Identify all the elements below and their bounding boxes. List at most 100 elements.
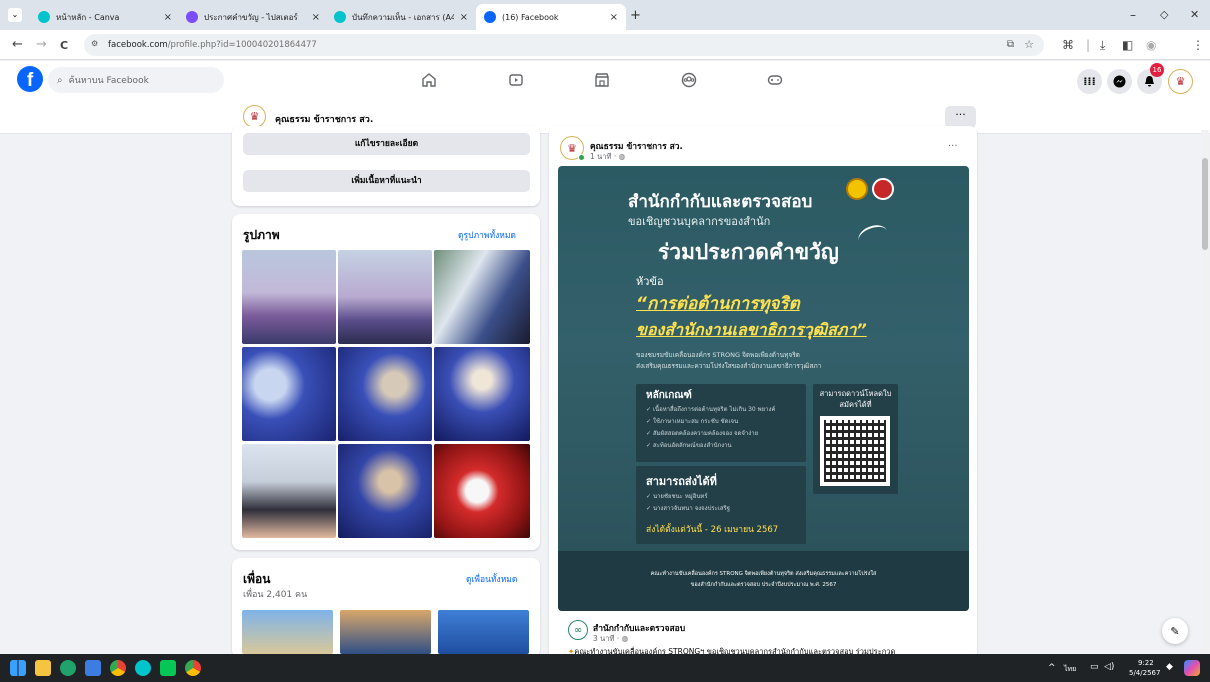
menu-grid-button[interactable]: ⁞⁞⁞: [1077, 69, 1102, 94]
chrome-icon[interactable]: [110, 660, 126, 676]
account-avatar[interactable]: ♛: [1168, 69, 1193, 94]
search-placeholder: ค้นหาบน Facebook: [68, 76, 149, 86]
messenger-button[interactable]: [1107, 69, 1132, 94]
send-item: ✓ นายชัยชนะ หมู่อินทร์: [646, 493, 708, 500]
online-dot: [578, 154, 585, 161]
profile-name[interactable]: คุณธรรม ข้าราชการ สว.: [275, 112, 373, 126]
photo-thumbnail[interactable]: [434, 250, 530, 344]
sidepanel-icon[interactable]: ◧: [1122, 38, 1133, 52]
clock-date[interactable]: 5/4/2567: [1129, 669, 1160, 677]
tab-close-icon[interactable]: ×: [164, 12, 172, 23]
see-all-friends-link[interactable]: ดูเพื่อนทั้งหมด: [466, 572, 517, 586]
notification-center-icon[interactable]: ◆: [1166, 662, 1173, 672]
post-timestamp[interactable]: 1 นาที · ◍: [590, 151, 625, 163]
volume-icon[interactable]: ◁): [1104, 662, 1114, 672]
photo-thumbnail[interactable]: [338, 347, 432, 441]
video-icon[interactable]: [508, 72, 524, 88]
see-all-photos-link[interactable]: ดูรูปภาพทั้งหมด: [458, 228, 516, 242]
forward-button[interactable]: →: [36, 37, 47, 52]
tab-canva-home[interactable]: หน้าหลัก - Canva ×: [30, 4, 180, 30]
bookmark-star-icon[interactable]: ☆: [1024, 38, 1034, 51]
photo-thumbnail[interactable]: [242, 250, 336, 344]
photo-thumbnail[interactable]: [242, 444, 336, 538]
poster-logo-icon: [846, 178, 868, 200]
tab-title: หน้าหลัก - Canva: [56, 12, 120, 22]
friend-photo[interactable]: [438, 610, 529, 654]
copilot-icon[interactable]: [1184, 660, 1200, 676]
edit-details-button[interactable]: แก้ไขรายละเอียด: [243, 133, 530, 155]
send-list: ✓ นายชัยชนะ หมู่อินทร์ ✓ นางสาวจันทนา จง…: [646, 491, 730, 515]
windows-start-icon[interactable]: [10, 660, 26, 676]
tab-facebook[interactable]: (16) Facebook ×: [476, 4, 626, 30]
tab-search-button[interactable]: ⌄: [8, 8, 22, 22]
shared-page-avatar[interactable]: ∞: [568, 620, 588, 640]
profile-icon[interactable]: ◉: [1146, 38, 1156, 52]
line-icon[interactable]: [160, 660, 176, 676]
post-more-button[interactable]: ···: [948, 141, 958, 152]
seal-icon: ♛: [249, 110, 260, 123]
profile-mini-avatar[interactable]: ♛: [243, 105, 266, 128]
photo-thumbnail[interactable]: [434, 444, 530, 538]
restore-button[interactable]: ◇: [1160, 8, 1168, 21]
facebook-logo[interactable]: f: [17, 66, 43, 92]
canva-taskbar-icon[interactable]: [135, 660, 151, 676]
site-info-icon[interactable]: ⚙: [91, 39, 98, 48]
store-icon[interactable]: [85, 660, 101, 676]
poster-invite: ขอเชิญชวนบุคลากรของสำนัก: [628, 215, 771, 228]
back-button[interactable]: ←: [12, 37, 23, 52]
poster-desc1: ของชมรมขับเคลื่อนองค์กร STRONG จิตพอเพีย…: [636, 351, 800, 359]
browser-tab-strip: ⌄ หน้าหลัก - Canva × ประกาศคำขวัญ - ไปสเ…: [0, 0, 1210, 30]
reload-button[interactable]: C: [60, 39, 68, 52]
poster-header: สำนักกำกับและตรวจสอบ: [628, 192, 813, 212]
new-message-button[interactable]: ✎: [1162, 618, 1188, 644]
add-featured-button[interactable]: เพิ่มเนื้อหาที่แนะนำ: [243, 170, 530, 192]
menu-kebab-icon[interactable]: ⋮: [1192, 38, 1204, 52]
page-scrollbar[interactable]: [1201, 130, 1209, 654]
photo-thumbnail[interactable]: [242, 347, 336, 441]
groups-icon[interactable]: [681, 72, 697, 88]
photo-thumbnail[interactable]: [338, 250, 432, 344]
friend-photo[interactable]: [242, 610, 333, 654]
post-poster-image[interactable]: สำนักกำกับและตรวจสอบ ขอเชิญชวนบุคลากรของ…: [558, 166, 969, 611]
criteria-list: ✓ เนื้อหาสื่อถึงการต่อต้านทุจริต ไม่เกิน…: [646, 404, 775, 452]
minimize-button[interactable]: –: [1130, 8, 1136, 22]
url-bar[interactable]: ⚙ facebook.com/profile.php?id=1000402018…: [84, 34, 1044, 56]
scrollbar-thumb[interactable]: [1202, 158, 1208, 250]
chrome-icon[interactable]: [185, 660, 201, 676]
network-icon[interactable]: ▭: [1090, 662, 1099, 672]
install-app-icon[interactable]: ⧉: [1007, 39, 1014, 50]
seal-icon: ♛: [567, 141, 577, 155]
profile-more-button[interactable]: ···: [945, 106, 976, 128]
clock-time[interactable]: 9:22: [1138, 659, 1154, 667]
photo-thumbnail[interactable]: [338, 444, 432, 538]
grid-icon: ⁞⁞⁞: [1083, 75, 1096, 88]
edge-icon[interactable]: [60, 660, 76, 676]
facebook-search-input[interactable]: ⌕ ค้นหาบน Facebook: [48, 67, 224, 93]
photo-thumbnail[interactable]: [434, 347, 530, 441]
shared-timestamp[interactable]: 3 นาที · ◍: [593, 633, 628, 645]
input-language[interactable]: ไทย: [1064, 664, 1076, 675]
download-icon[interactable]: ⤓: [1100, 38, 1105, 53]
friend-photo[interactable]: [340, 610, 431, 654]
address-toolbar: ← → C ⚙ facebook.com/profile.php?id=1000…: [0, 30, 1210, 60]
tab-close-icon[interactable]: ×: [610, 12, 618, 23]
extensions-icon[interactable]: ⌘: [1062, 38, 1074, 52]
tab-close-icon[interactable]: ×: [312, 12, 320, 23]
home-icon[interactable]: [421, 72, 437, 88]
qr-code[interactable]: [820, 416, 890, 486]
gaming-icon[interactable]: [767, 72, 783, 88]
divider-icon: |: [1086, 38, 1091, 52]
close-window-button[interactable]: ✕: [1190, 8, 1199, 21]
new-tab-button[interactable]: +: [630, 8, 641, 23]
send-item: ✓ นางสาวจันทนา จงจงประเสริฐ: [646, 505, 731, 512]
tab-document[interactable]: บันทึกความเห็น - เอกสาร (A4) ×: [326, 4, 476, 30]
tray-chevron-icon[interactable]: ^: [1048, 663, 1056, 673]
facebook-icon: [484, 11, 496, 23]
poster-deadline: ส่งได้ตั้งแต่วันนี้ - 26 เมษายน 2567: [646, 525, 779, 535]
file-explorer-icon[interactable]: [35, 660, 51, 676]
infinity-icon: ∞: [573, 624, 583, 636]
tab-poster[interactable]: ประกาศคำขวัญ - ไปสเตอร์ ×: [178, 4, 328, 30]
marketplace-icon[interactable]: [594, 72, 610, 88]
url-path: /profile.php?id=100040201864477: [167, 40, 317, 50]
tab-close-icon[interactable]: ×: [460, 12, 468, 23]
